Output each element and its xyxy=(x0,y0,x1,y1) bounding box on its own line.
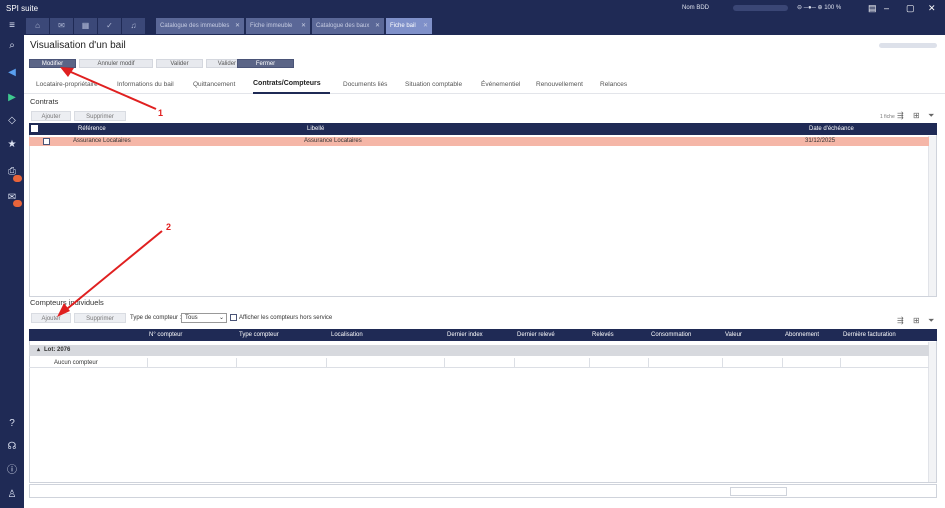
annotation-1: 1 xyxy=(158,108,164,118)
home-tab-icon[interactable]: ⌂ xyxy=(26,18,49,34)
arrow-1-line xyxy=(63,68,157,110)
mail-tab-icon[interactable]: ✉ xyxy=(50,18,73,34)
tab-catalogue-immeubles[interactable]: Catalogue des immeubles ✕ xyxy=(156,18,244,34)
info-icon[interactable]: ⓘ xyxy=(4,464,20,478)
annotation-2: 2 xyxy=(166,222,172,232)
main-content: Visualisation d'un bail Modifier Annuler… xyxy=(24,35,945,508)
zoom-value: 100 % xyxy=(824,5,842,11)
back-arrow-icon[interactable]: ◀ xyxy=(4,66,20,80)
zoom-indicator: ⊖ ─●─ ⊕ 100 % xyxy=(797,5,842,11)
close-window-icon[interactable]: ✕ xyxy=(928,3,936,14)
help-icon[interactable]: ? xyxy=(4,417,20,431)
calendar-tab-icon[interactable]: ▦ xyxy=(74,18,97,34)
forward-arrow-icon[interactable]: ▶ xyxy=(4,91,20,105)
user-icon[interactable]: ♙ xyxy=(4,488,20,502)
document-icon[interactable]: ▤ xyxy=(868,3,877,14)
star-icon[interactable]: ★ xyxy=(4,138,20,152)
db-name-blurred xyxy=(733,5,788,11)
code-icon[interactable]: ◇ xyxy=(4,114,20,128)
check-tab-icon[interactable]: ✓ xyxy=(98,18,121,34)
tab-catalogue-baux[interactable]: Catalogue des baux ✕ xyxy=(312,18,384,34)
arrow-2-head xyxy=(57,303,70,317)
search-icon[interactable]: ⌕ xyxy=(4,39,20,53)
support-icon[interactable]: ☊ xyxy=(4,440,20,454)
tab-label: Fiche bail xyxy=(390,23,416,29)
mail-badge xyxy=(13,200,22,207)
tab-label: Catalogue des immeubles xyxy=(160,23,230,29)
tab-label: Catalogue des baux xyxy=(316,23,370,29)
tab-label: Fiche immeuble xyxy=(250,23,293,29)
tab-fiche-bail[interactable]: Fiche bail ✕ xyxy=(386,18,432,34)
tab-fiche-immeuble[interactable]: Fiche immeuble ✕ xyxy=(246,18,310,34)
title-bar: SPI suite Nom BDD ⊖ ─●─ ⊕ 100 % ▤ – ▢ ✕ xyxy=(0,0,945,17)
annotation-arrows xyxy=(57,67,163,317)
restore-icon[interactable]: ▢ xyxy=(906,3,915,14)
print-badge xyxy=(13,175,22,182)
close-tab-icon[interactable]: ✕ xyxy=(235,18,240,34)
tab-bar: ⌂ ✉ ▦ ✓ ♫ Catalogue des immeubles ✕ Fiche… xyxy=(24,17,945,35)
arrow-2-line xyxy=(61,230,163,314)
close-tab-icon[interactable]: ✕ xyxy=(423,18,428,34)
close-tab-icon[interactable]: ✕ xyxy=(301,18,306,34)
app-title: SPI suite xyxy=(6,4,39,13)
sidebar: ≡ ⌕ ◀ ▶ ◇ ★ ⎙ ✉ ? ☊ ⓘ ♙ xyxy=(0,17,24,508)
close-tab-icon[interactable]: ✕ xyxy=(375,18,380,34)
bell-tab-icon[interactable]: ♫ xyxy=(122,18,145,34)
minimize-icon[interactable]: – xyxy=(884,3,889,13)
db-label: Nom BDD xyxy=(682,5,710,11)
menu-icon[interactable]: ≡ xyxy=(4,19,20,33)
